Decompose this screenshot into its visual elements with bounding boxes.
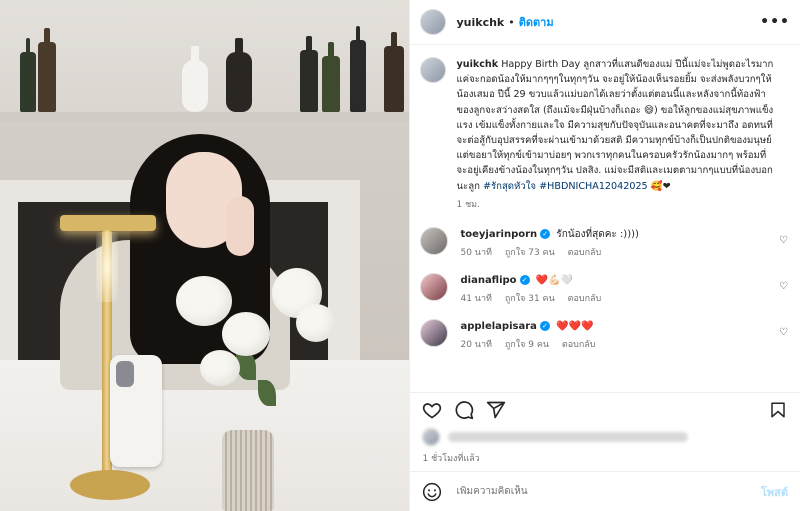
photo-hand — [226, 196, 254, 256]
comment-avatar[interactable] — [420, 319, 449, 348]
reply-button[interactable]: ตอบกลับ — [568, 248, 602, 258]
action-bar — [410, 392, 800, 426]
comment-like-heart-icon[interactable]: ♡ — [779, 281, 788, 305]
photo-bottle — [38, 28, 56, 112]
verified-badge-icon: ✓ — [519, 275, 530, 286]
caption-body: yuikchk Happy Birth Day ลูกสาวที่แสนดีขอ… — [456, 57, 776, 213]
comment-time[interactable]: 41 นาที — [460, 294, 491, 304]
heart-icon[interactable] — [422, 400, 442, 420]
photo-lamp-head — [60, 215, 156, 231]
caption-emoji: 🥰❤ — [650, 180, 671, 192]
comment-time[interactable]: 50 นาที — [460, 248, 491, 258]
hashtag-link[interactable]: #HBDNICHA12042025 — [539, 181, 648, 192]
comment-username[interactable]: toeyjarinporn — [460, 229, 537, 240]
comment-time[interactable]: 20 นาที — [460, 340, 491, 350]
post-photo[interactable] — [0, 0, 410, 511]
follow-button[interactable]: ติดตาม — [519, 13, 554, 31]
comment-likes[interactable]: ถูกใจ 9 คน — [505, 340, 549, 350]
add-comment-bar: โพสต์ — [410, 471, 800, 511]
caption-avatar[interactable] — [420, 57, 447, 83]
post-date[interactable]: 1 ชั่วโมงที่แล้ว — [422, 451, 479, 465]
comments-scroll-area[interactable]: yuikchk Happy Birth Day ลูกสาวที่แสนดีขอ… — [410, 45, 800, 390]
comment-text: รักน้องที่สุดคะ :)))) — [556, 229, 639, 241]
photo-flower — [176, 276, 232, 326]
comment-item: applelapisara ✓ ❤️❤️❤️ 20 นาที ถูกใจ 9 คน… — [420, 319, 788, 351]
comment-username[interactable]: dianaflipo — [460, 275, 516, 286]
photo-vase-dark — [226, 38, 252, 112]
photo-lamp-glow — [96, 232, 118, 302]
comment-item: dianaflipo ✓ ❤️💪🏻🤍 41 นาที ถูกใจ 31 คน ตอ… — [420, 273, 788, 305]
separator-dot: • — [508, 15, 515, 29]
caption-timestamp[interactable]: 1 ชม. — [456, 198, 776, 213]
comment-text: ❤️❤️❤️ — [556, 321, 594, 333]
photo-bottle — [384, 32, 404, 112]
comment-item: toeyjarinporn ✓ รักน้องที่สุดคะ :)))) 50 … — [420, 227, 788, 259]
photo-phone — [110, 355, 162, 467]
photo-bottle — [350, 26, 366, 112]
comment-icon[interactable] — [454, 400, 474, 420]
photo-vase-white — [182, 46, 208, 112]
photo-flower — [222, 312, 270, 356]
share-icon[interactable] — [486, 400, 506, 420]
photo-bottle — [20, 38, 36, 112]
liker-avatar — [422, 428, 441, 446]
reply-button[interactable]: ตอบกลับ — [568, 294, 602, 304]
emoji-icon[interactable] — [422, 482, 442, 502]
photo-flower — [296, 304, 336, 342]
verified-badge-icon: ✓ — [540, 229, 551, 240]
photo-bottle — [322, 42, 340, 112]
likes-summary-blurred — [422, 428, 689, 446]
comment-avatar[interactable] — [420, 273, 449, 302]
comment-likes[interactable]: ถูกใจ 31 คน — [505, 294, 555, 304]
photo-ribbed-vase — [222, 430, 274, 511]
more-options-icon[interactable]: ••• — [760, 14, 790, 30]
verified-badge-icon: ✓ — [539, 321, 550, 332]
photo-lamp-base — [70, 470, 150, 500]
post-header: yuikchk • ติดตาม ••• — [410, 0, 800, 45]
comment-like-heart-icon[interactable]: ♡ — [779, 327, 788, 351]
author-avatar[interactable] — [420, 9, 447, 35]
comment-text: ❤️💪🏻🤍 — [535, 275, 574, 287]
comment-username[interactable]: applelapisara — [460, 321, 536, 332]
add-comment-input[interactable] — [454, 485, 761, 498]
caption: yuikchk Happy Birth Day ลูกสาวที่แสนดีขอ… — [420, 57, 788, 213]
post-panel: yuikchk • ติดตาม ••• yuikchk Happy Birth… — [409, 0, 800, 511]
photo-flower — [200, 350, 240, 386]
caption-text: Happy Birth Day ลูกสาวที่แสนดีของแม่ ปีน… — [456, 59, 774, 192]
comment-like-heart-icon[interactable]: ♡ — [779, 235, 788, 259]
comment-avatar[interactable] — [420, 227, 449, 256]
comment-likes[interactable]: ถูกใจ 73 คน — [505, 248, 555, 258]
reply-button[interactable]: ตอบกลับ — [562, 340, 596, 350]
bookmark-icon[interactable] — [768, 400, 788, 420]
blurred-text — [448, 432, 689, 442]
author-username[interactable]: yuikchk — [456, 16, 504, 29]
post-comment-button[interactable]: โพสต์ — [761, 483, 788, 501]
photo-bottle — [300, 36, 318, 112]
photo-shelf — [0, 112, 410, 122]
hashtag-link[interactable]: #รักสุดหัวใจ — [483, 181, 536, 192]
caption-username[interactable]: yuikchk — [456, 59, 498, 70]
